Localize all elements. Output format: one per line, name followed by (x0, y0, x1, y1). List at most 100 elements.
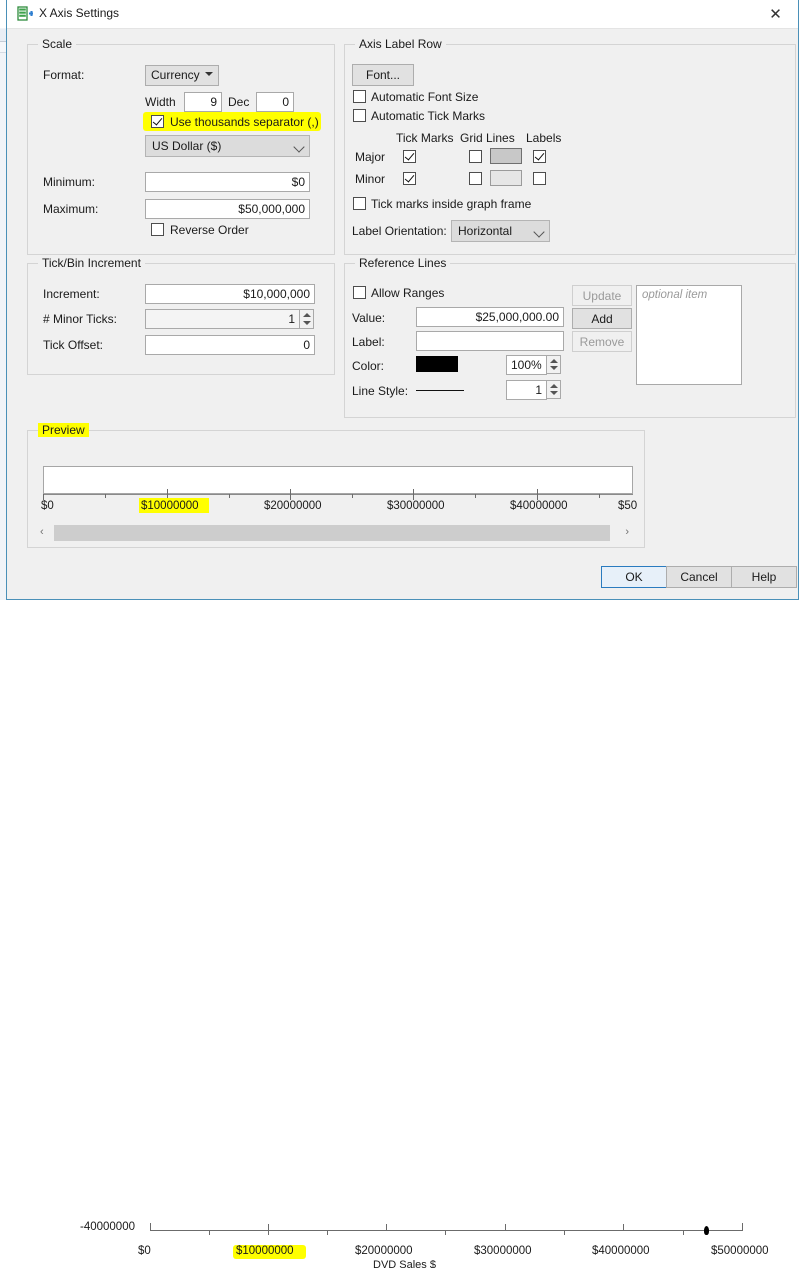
width-input[interactable]: 9 (184, 92, 222, 112)
minor-ticks-input[interactable]: 1 (145, 309, 300, 329)
thousands-separator-checkbox[interactable] (151, 115, 164, 128)
minor-labels-checkbox[interactable] (533, 172, 546, 185)
chart-axis-origin-tick (150, 1223, 151, 1231)
reference-lines-list[interactable]: optional item (636, 285, 742, 385)
format-label: Format: (43, 68, 85, 82)
tick-offset-input[interactable]: 0 (145, 335, 315, 355)
scroll-right-icon[interactable]: › (625, 526, 629, 538)
preview-tick-label-0: $0 (41, 500, 54, 512)
line-style-preview[interactable] (416, 390, 464, 391)
automatic-font-size-checkbox[interactable] (353, 90, 366, 103)
preview-tick-label-5: $50 (618, 500, 638, 512)
tick-marks-inside-frame-checkbox[interactable] (353, 197, 366, 210)
tick-bin-group-title: Tick/Bin Increment (38, 256, 145, 270)
format-select-value: Currency (151, 68, 200, 82)
minor-ticks-label: # Minor Ticks: (43, 312, 118, 326)
preview-tick-label-2: $20000000 (264, 500, 322, 512)
chart-x-tick-label-3: $30000000 (474, 1245, 532, 1257)
value-label: Value: (352, 311, 386, 325)
preview-minor-tick (599, 494, 600, 498)
minor-grid-lines-checkbox[interactable] (469, 172, 482, 185)
format-select[interactable]: Currency (145, 65, 219, 86)
chart-axis-minor-tick (445, 1230, 446, 1235)
dec-input[interactable]: 0 (256, 92, 294, 112)
add-button[interactable]: Add (572, 308, 632, 329)
axis-label-row-group-title: Axis Label Row (355, 37, 446, 51)
stepper-down-icon[interactable] (550, 391, 558, 395)
automatic-font-size-label: Automatic Font Size (371, 90, 479, 104)
automatic-tick-marks-checkbox[interactable] (353, 109, 366, 122)
column-header-grid-lines: Grid Lines (460, 131, 515, 145)
major-grid-line-color-swatch[interactable] (490, 148, 522, 164)
major-labels-checkbox[interactable] (533, 150, 546, 163)
ok-button[interactable]: OK (601, 566, 667, 588)
preview-tick-label-3: $30000000 (387, 500, 445, 512)
preview-scrollbar-thumb[interactable] (54, 525, 610, 541)
close-icon[interactable]: ✕ (753, 0, 798, 27)
chart-axis-minor-tick (327, 1230, 328, 1235)
chevron-down-icon (293, 141, 305, 153)
row-label-major: Major (355, 150, 386, 164)
label-field-label: Label: (352, 335, 385, 349)
chart-axis-end-tick (742, 1223, 743, 1231)
stepper-up-icon[interactable] (303, 313, 311, 317)
cancel-button[interactable]: Cancel (666, 566, 732, 588)
help-button[interactable]: Help (731, 566, 797, 588)
opacity-stepper[interactable] (546, 355, 561, 374)
line-width-stepper[interactable] (546, 380, 561, 399)
preview-major-tick (290, 489, 291, 500)
value-input[interactable]: $25,000,000.00 (416, 307, 564, 327)
font-button[interactable]: Font... (352, 64, 414, 86)
preview-minor-tick (475, 494, 476, 498)
increment-label: Increment: (43, 287, 100, 301)
stepper-up-icon[interactable] (550, 384, 558, 388)
chevron-down-icon (205, 72, 213, 76)
thousands-separator-label: Use thousands separator (,) (170, 115, 319, 129)
column-header-labels: Labels (526, 131, 562, 145)
major-grid-lines-checkbox[interactable] (469, 150, 482, 163)
preview-major-tick (537, 489, 538, 500)
stepper-down-icon[interactable] (550, 366, 558, 370)
minimum-input[interactable]: $0 (145, 172, 310, 192)
preview-tick-label-4: $40000000 (510, 500, 568, 512)
background-chart-axis: -40000000 $0 $10000000 $20000000 $300000… (0, 600, 805, 1268)
label-orientation-select[interactable]: Horizontal (451, 220, 550, 242)
stepper-up-icon[interactable] (550, 359, 558, 363)
preview-minor-tick (229, 494, 230, 498)
allow-ranges-checkbox[interactable] (353, 286, 366, 299)
preview-minor-tick (352, 494, 353, 498)
title-bar: X Axis Settings ✕ (7, 0, 798, 29)
tick-offset-label: Tick Offset: (43, 338, 104, 352)
stepper-down-icon[interactable] (303, 321, 311, 325)
major-tick-marks-checkbox[interactable] (403, 150, 416, 163)
reference-line-color-swatch[interactable] (416, 356, 458, 372)
chart-data-marker (704, 1226, 709, 1235)
chart-x-tick-label-5: $50000000 (711, 1245, 769, 1257)
remove-button[interactable]: Remove (572, 331, 632, 352)
chart-axis-title: DVD Sales $ (373, 1259, 436, 1268)
opacity-input[interactable]: 100% (506, 355, 547, 375)
label-input[interactable] (416, 331, 564, 351)
update-button[interactable]: Update (572, 285, 632, 306)
preview-axis-line (43, 494, 633, 495)
scroll-left-icon[interactable]: ‹ (40, 526, 44, 538)
chevron-down-icon (533, 226, 545, 238)
currency-select[interactable]: US Dollar ($) (145, 135, 310, 157)
width-label: Width (145, 95, 176, 109)
minor-tick-marks-checkbox[interactable] (403, 172, 416, 185)
preview-scrollbar[interactable]: ‹ › (36, 524, 634, 542)
minor-grid-line-color-swatch[interactable] (490, 170, 522, 186)
chart-axis-minor-tick (209, 1230, 210, 1235)
chart-x-tick-label-1: $10000000 (236, 1245, 294, 1257)
x-axis-settings-dialog: X Axis Settings ✕ Scale Format: Currency… (6, 0, 799, 600)
preview-minor-tick (105, 494, 106, 498)
chart-axis-major-tick (623, 1224, 624, 1231)
reference-lines-group-title: Reference Lines (355, 256, 451, 270)
reverse-order-checkbox[interactable] (151, 223, 164, 236)
line-width-input[interactable]: 1 (506, 380, 547, 400)
increment-input[interactable]: $10,000,000 (145, 284, 315, 304)
maximum-input[interactable]: $50,000,000 (145, 199, 310, 219)
line-style-label: Line Style: (352, 384, 409, 398)
automatic-tick-marks-label: Automatic Tick Marks (371, 109, 486, 123)
minor-ticks-stepper[interactable] (299, 309, 314, 329)
